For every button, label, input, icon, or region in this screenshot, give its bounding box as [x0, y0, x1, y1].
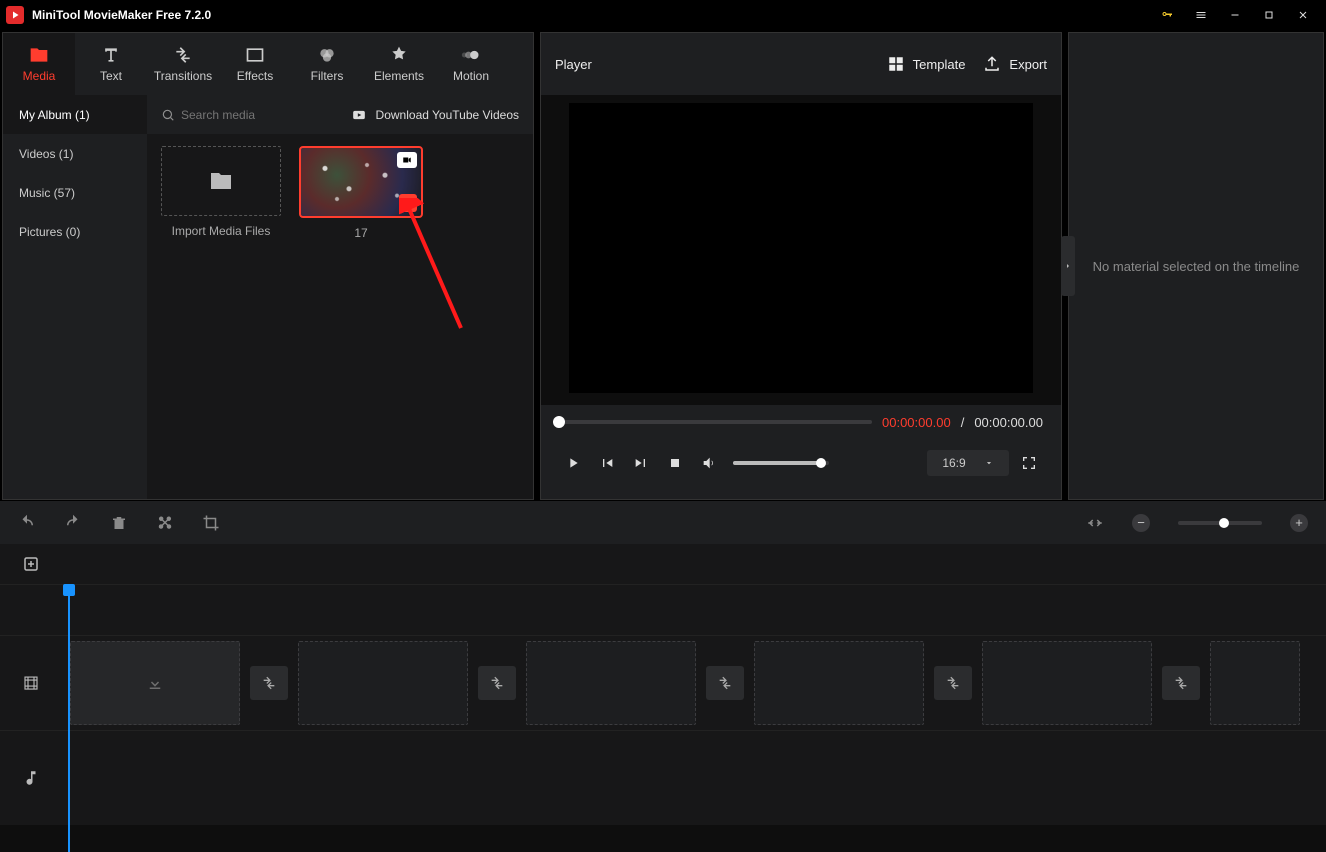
time-current: 00:00:00.00	[882, 415, 951, 430]
maximize-button[interactable]	[1252, 0, 1286, 30]
youtube-icon	[350, 108, 368, 122]
main-tabs: Media Text Transitions Effects Filters	[3, 33, 533, 95]
next-frame-button[interactable]	[627, 449, 655, 477]
timeline-toolbar: − +	[0, 500, 1326, 544]
play-button[interactable]	[559, 449, 587, 477]
video-slot[interactable]	[754, 641, 924, 725]
inspector-panel: No material selected on the timeline	[1068, 32, 1324, 500]
minimize-button[interactable]	[1218, 0, 1252, 30]
app-icon	[6, 6, 24, 24]
import-media-tile[interactable]: Import Media Files	[161, 146, 281, 238]
player-title: Player	[555, 57, 592, 72]
video-slot[interactable]	[982, 641, 1152, 725]
search-media[interactable]	[161, 108, 321, 122]
chevron-right-icon	[1064, 260, 1072, 272]
collapse-inspector-handle[interactable]	[1061, 236, 1075, 296]
tab-transitions-label: Transitions	[154, 69, 212, 83]
undo-button[interactable]	[18, 514, 36, 532]
transition-slot[interactable]	[934, 666, 972, 700]
redo-button[interactable]	[64, 514, 82, 532]
prev-frame-button[interactable]	[593, 449, 621, 477]
zoom-in-button[interactable]: +	[1290, 514, 1308, 532]
volume-button[interactable]	[695, 449, 723, 477]
fit-timeline-button[interactable]	[1086, 514, 1104, 532]
audio-track[interactable]	[62, 731, 1326, 825]
delete-button[interactable]	[110, 514, 128, 532]
transition-slot[interactable]	[250, 666, 288, 700]
menu-icon[interactable]	[1184, 0, 1218, 30]
zoom-slider[interactable]	[1178, 521, 1262, 525]
time-separator: /	[961, 415, 965, 430]
tab-elements[interactable]: Elements	[363, 33, 435, 95]
sidebar-item-pictures[interactable]: Pictures (0)	[3, 212, 147, 251]
titlebar: MiniTool MovieMaker Free 7.2.0	[0, 0, 1326, 30]
folder-icon	[209, 169, 233, 193]
transition-slot[interactable]	[706, 666, 744, 700]
video-slot[interactable]	[526, 641, 696, 725]
scrub-bar[interactable]	[559, 420, 872, 424]
template-button[interactable]: Template	[887, 55, 966, 73]
fullscreen-button[interactable]	[1015, 449, 1043, 477]
export-button[interactable]: Export	[983, 55, 1047, 73]
tab-effects-label: Effects	[237, 69, 273, 83]
tab-elements-label: Elements	[374, 69, 424, 83]
tab-motion-label: Motion	[453, 69, 489, 83]
upgrade-key-icon[interactable]	[1150, 0, 1184, 30]
media-sidebar: My Album (1) Videos (1) Music (57) Pictu…	[3, 95, 147, 499]
template-icon	[887, 55, 905, 73]
audio-track-icon	[0, 731, 62, 825]
search-icon	[161, 108, 175, 122]
time-total: 00:00:00.00	[974, 415, 1043, 430]
zoom-out-button[interactable]: −	[1132, 514, 1150, 532]
volume-slider[interactable]	[733, 461, 829, 465]
videoclip-icon	[397, 152, 417, 168]
tab-media[interactable]: Media	[3, 33, 75, 95]
sidebar-item-videos[interactable]: Videos (1)	[3, 134, 147, 173]
tab-media-label: Media	[23, 69, 56, 83]
chevron-down-icon	[984, 458, 994, 468]
preview-area	[541, 95, 1061, 405]
video-track[interactable]	[62, 636, 1326, 730]
title-track[interactable]	[62, 585, 1326, 635]
tab-text[interactable]: Text	[75, 33, 147, 95]
timeline[interactable]	[0, 544, 1326, 852]
video-slot[interactable]	[1210, 641, 1300, 725]
download-youtube-button[interactable]: Download YouTube Videos	[350, 108, 519, 122]
download-icon	[146, 674, 164, 692]
inspector-empty-text: No material selected on the timeline	[1093, 259, 1300, 274]
aspect-ratio-select[interactable]: 16:9	[927, 450, 1009, 476]
tab-text-label: Text	[100, 69, 122, 83]
media-clip-17[interactable]: 17	[299, 146, 423, 240]
tab-filters[interactable]: Filters	[291, 33, 363, 95]
sidebar-item-myalbum[interactable]: My Album (1)	[3, 95, 147, 134]
tab-filters-label: Filters	[311, 69, 344, 83]
sidebar-item-music[interactable]: Music (57)	[3, 173, 147, 212]
app-title: MiniTool MovieMaker Free 7.2.0	[32, 8, 211, 22]
export-icon	[983, 55, 1001, 73]
tab-effects[interactable]: Effects	[219, 33, 291, 95]
split-button[interactable]	[156, 514, 174, 532]
add-to-timeline-button[interactable]	[399, 194, 417, 212]
crop-button[interactable]	[202, 514, 220, 532]
clip-label: 17	[354, 226, 367, 240]
search-media-input[interactable]	[181, 108, 321, 122]
import-label: Import Media Files	[172, 224, 271, 238]
video-track-icon	[0, 636, 62, 730]
tab-transitions[interactable]: Transitions	[147, 33, 219, 95]
transition-slot[interactable]	[478, 666, 516, 700]
video-slot[interactable]	[70, 641, 240, 725]
close-button[interactable]	[1286, 0, 1320, 30]
tab-motion[interactable]: Motion	[435, 33, 507, 95]
transition-slot[interactable]	[1162, 666, 1200, 700]
add-track-button[interactable]	[0, 544, 62, 584]
video-slot[interactable]	[298, 641, 468, 725]
stop-button[interactable]	[661, 449, 689, 477]
